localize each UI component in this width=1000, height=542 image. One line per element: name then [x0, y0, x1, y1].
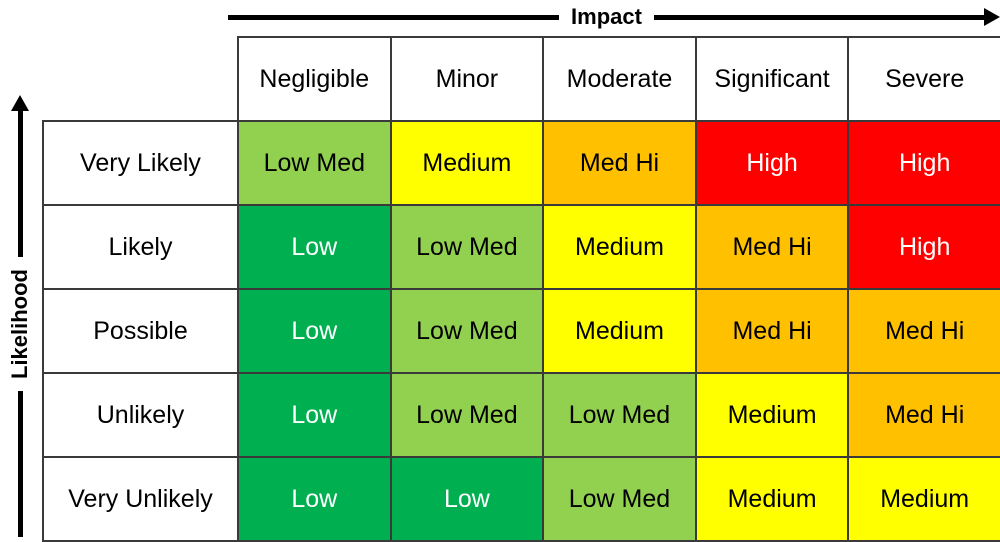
- impact-axis-line-left: [228, 14, 560, 20]
- risk-cell: Medium: [847, 456, 1000, 542]
- risk-cell: Med Hi: [847, 288, 1000, 374]
- matrix-body: Very Likely Low Med Medium Med Hi High High Li…: [42, 120, 1000, 542]
- likelihood-row-header: Unlikely: [42, 372, 239, 458]
- risk-cell: Low: [237, 456, 392, 542]
- risk-cell: Low Med: [542, 372, 697, 458]
- risk-cell: Medium: [694, 456, 850, 542]
- impact-column-header: Severe: [847, 36, 1000, 122]
- matrix-row: Very Unlikely Low Low Low Med Medium Medium: [42, 456, 1000, 542]
- impact-column-header: Minor: [389, 36, 545, 122]
- header-row: Negligible Minor Moderate Significant Severe: [43, 36, 1000, 122]
- impact-column-header: Moderate: [542, 36, 697, 122]
- likelihood-row-header: Likely: [42, 204, 239, 290]
- risk-matrix-table: Negligible Minor Moderate Significant Severe…: [42, 36, 1000, 542]
- risk-cell: Med Hi: [847, 372, 1000, 458]
- likelihood-row-header: Very Unlikely: [42, 456, 239, 542]
- risk-cell: High: [847, 120, 1000, 206]
- risk-cell: Low Med: [237, 120, 392, 206]
- matrix-row: Very Likely Low Med Medium Med Hi High High: [42, 120, 1000, 206]
- risk-cell: Low: [237, 372, 392, 458]
- likelihood-row-header: Very Likely: [42, 120, 239, 206]
- matrix-row: Possible Low Low Med Medium Med Hi Med Hi: [42, 288, 1000, 374]
- risk-cell: Low Med: [542, 456, 697, 542]
- risk-matrix: Negligible Minor Moderate Significant Severe…: [42, 36, 1000, 542]
- matrix-header: Negligible Minor Moderate Significant Severe: [43, 36, 1000, 122]
- risk-cell: Medium: [694, 372, 850, 458]
- risk-cell: Low: [237, 204, 392, 290]
- likelihood-axis-line-top: [17, 110, 23, 257]
- risk-cell: Low Med: [389, 204, 545, 290]
- risk-cell: Med Hi: [542, 120, 697, 206]
- risk-cell: Medium: [542, 204, 697, 290]
- risk-cell: Med Hi: [694, 204, 850, 290]
- likelihood-axis-line-bottom: [17, 390, 23, 537]
- risk-cell: Low Med: [389, 288, 545, 374]
- likelihood-axis: Likelihood: [0, 95, 40, 537]
- risk-cell: High: [847, 204, 1000, 290]
- risk-cell: Low Med: [389, 372, 545, 458]
- matrix-row: Likely Low Low Med Medium Med Hi High: [42, 204, 1000, 290]
- likelihood-row-header: Possible: [42, 288, 239, 374]
- risk-cell: High: [694, 120, 850, 206]
- impact-axis-label: Impact: [571, 4, 642, 29]
- impact-axis: Impact: [228, 0, 1000, 34]
- arrow-up-icon: [11, 95, 29, 111]
- matrix-row: Unlikely Low Low Med Low Med Medium Med Hi: [42, 372, 1000, 458]
- risk-matrix-page: Impact Likelihood Negligible Minor Moderat…: [0, 0, 1000, 542]
- risk-cell: Med Hi: [694, 288, 850, 374]
- matrix-corner-spacer: [43, 37, 238, 121]
- arrow-right-icon: [984, 8, 1000, 26]
- impact-column-header: Significant: [694, 36, 850, 122]
- risk-cell: Medium: [542, 288, 697, 374]
- risk-cell: Medium: [389, 120, 545, 206]
- likelihood-axis-label: Likelihood: [7, 268, 32, 379]
- risk-cell: Low: [389, 456, 545, 542]
- impact-axis-line-right: [653, 14, 986, 20]
- risk-cell: Low: [237, 288, 392, 374]
- impact-column-header: Negligible: [237, 36, 392, 122]
